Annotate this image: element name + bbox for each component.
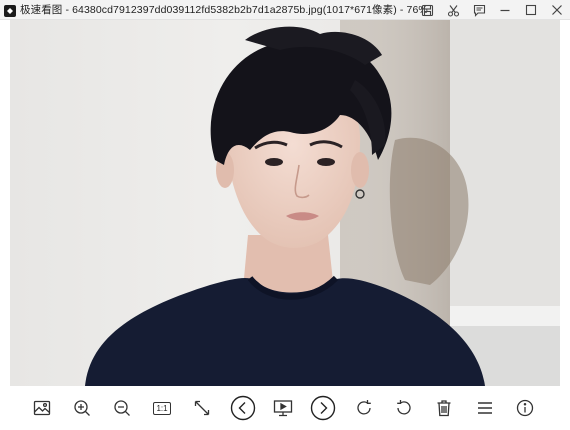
- fit-window-icon: [193, 399, 211, 417]
- rotate-left-button[interactable]: [390, 394, 418, 422]
- bottom-toolbar: 1:1: [0, 386, 570, 430]
- close-button[interactable]: [544, 0, 570, 20]
- rotate-right-icon: [355, 399, 373, 417]
- open-image-button[interactable]: [28, 394, 56, 422]
- rotate-left-icon: [395, 399, 413, 417]
- delete-button[interactable]: [430, 394, 458, 422]
- image-icon: [33, 399, 51, 417]
- close-icon: [551, 4, 563, 16]
- next-button[interactable]: [309, 394, 337, 422]
- zoom-in-icon: [73, 399, 91, 417]
- slideshow-button[interactable]: [269, 394, 297, 422]
- zoom-out-button[interactable]: [108, 394, 136, 422]
- zoom-in-button[interactable]: [68, 394, 96, 422]
- portrait-photo: [10, 20, 560, 386]
- window-controls: [414, 0, 570, 20]
- maximize-icon: [525, 4, 537, 16]
- comment-button[interactable]: [466, 0, 492, 20]
- app-logo-icon: [4, 4, 16, 17]
- actual-size-button[interactable]: 1:1: [148, 394, 176, 422]
- menu-icon: [476, 399, 494, 417]
- comment-icon: [473, 4, 486, 17]
- menu-button[interactable]: [471, 394, 499, 422]
- previous-button[interactable]: [229, 394, 257, 422]
- info-icon: [516, 399, 534, 417]
- maximize-button[interactable]: [518, 0, 544, 20]
- fit-window-button[interactable]: [188, 394, 216, 422]
- title-bar: 极速看图 - 64380cd7912397dd039112fd5382b2b7d…: [0, 0, 570, 20]
- window-title: 极速看图 - 64380cd7912397dd039112fd5382b2b7d…: [20, 4, 428, 16]
- scissors-icon: [447, 4, 460, 17]
- actual-size-icon: 1:1: [153, 401, 171, 415]
- app-name: 极速看图: [20, 4, 63, 16]
- trash-icon: [435, 399, 453, 417]
- minimize-icon: [499, 4, 511, 16]
- minimize-button[interactable]: [492, 0, 518, 20]
- file-name: 64380cd7912397dd039112fd5382b2b7d1a2875b…: [72, 4, 323, 16]
- cut-button[interactable]: [440, 0, 466, 20]
- next-icon: [310, 395, 336, 421]
- image-viewer[interactable]: [0, 20, 570, 386]
- slideshow-icon: [273, 399, 293, 417]
- zoom-out-icon: [113, 399, 131, 417]
- rotate-right-button[interactable]: [350, 394, 378, 422]
- image-dimensions: (1017*671像素): [322, 4, 397, 16]
- save-button[interactable]: [414, 0, 440, 20]
- previous-icon: [230, 395, 256, 421]
- info-button[interactable]: [511, 394, 539, 422]
- save-icon: [421, 4, 434, 17]
